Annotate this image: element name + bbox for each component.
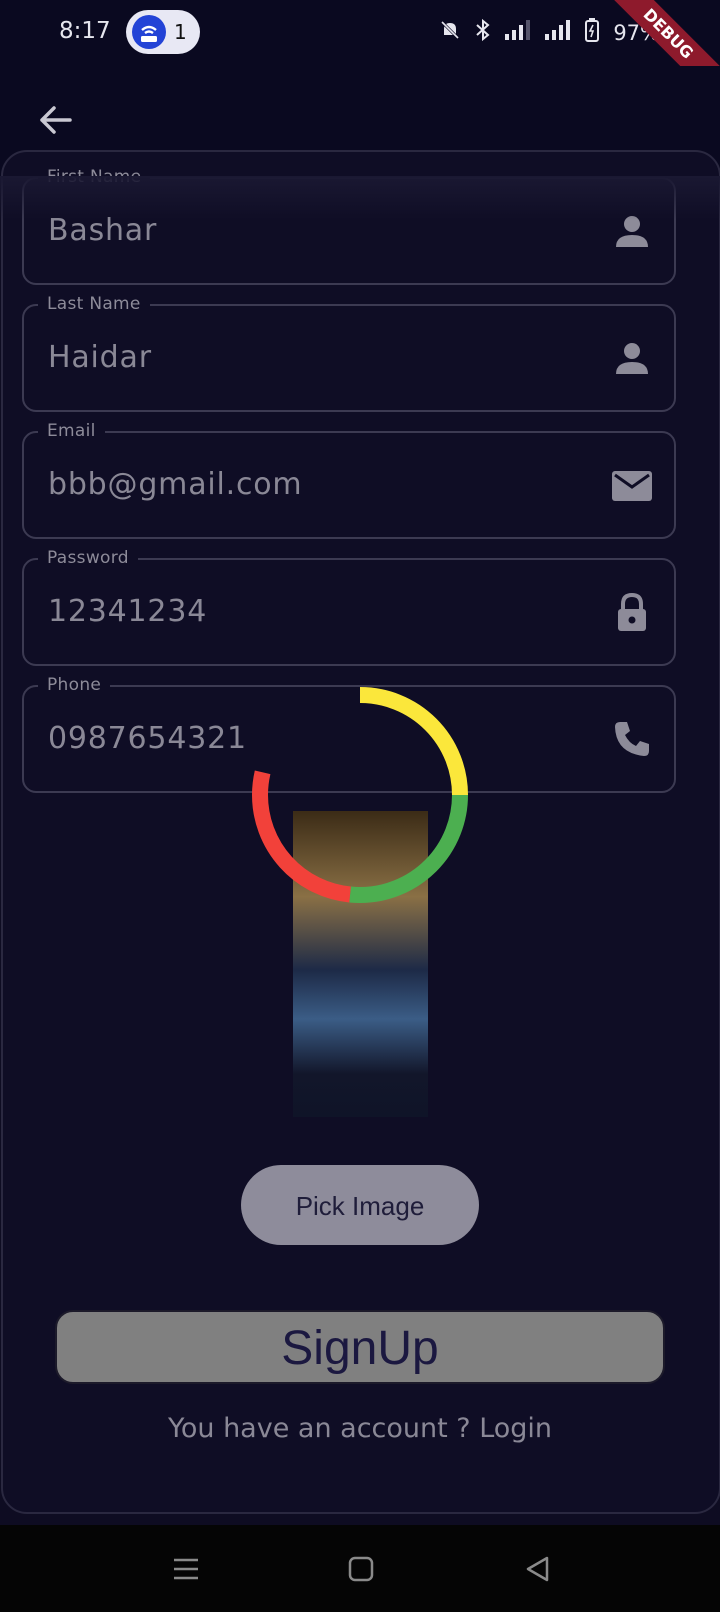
- phone-label: Phone: [38, 675, 111, 695]
- last-name-value: Haidar: [48, 340, 152, 375]
- last-name-label: Last Name: [38, 294, 150, 314]
- system-nav-bar: [0, 1525, 720, 1612]
- person-icon: [612, 338, 652, 378]
- phone-value: 0987654321: [48, 721, 247, 756]
- person-icon: [612, 211, 652, 251]
- signal-icon-1: [505, 20, 531, 45]
- mute-icon: [439, 19, 461, 46]
- signal-icon-2: [545, 20, 571, 45]
- password-field[interactable]: Password 12341234: [22, 548, 676, 666]
- signup-button[interactable]: SignUp: [55, 1310, 665, 1384]
- status-icons: 97%: [439, 18, 660, 47]
- battery-icon: [585, 18, 600, 47]
- last-name-field[interactable]: Last Name Haidar: [22, 294, 676, 412]
- recents-icon[interactable]: [170, 1553, 202, 1585]
- mail-icon: [612, 465, 652, 505]
- home-icon[interactable]: [345, 1553, 377, 1585]
- status-time: 8:17: [59, 18, 111, 44]
- lock-icon: [612, 592, 652, 632]
- email-value: bbb@gmail.com: [48, 467, 303, 502]
- phone-icon: [612, 719, 652, 759]
- notification-count: 1: [174, 20, 187, 44]
- first-name-value: Bashar: [48, 213, 158, 248]
- wifi-notification-pill[interactable]: 1: [126, 10, 200, 54]
- wifi-router-icon: [132, 15, 166, 49]
- login-link[interactable]: You have an account ? Login: [0, 1413, 720, 1444]
- email-label: Email: [38, 421, 105, 441]
- bluetooth-icon: [475, 18, 491, 47]
- back-nav-icon[interactable]: [522, 1553, 554, 1585]
- first-name-field[interactable]: First Name Bashar: [22, 167, 676, 285]
- email-field[interactable]: Email bbb@gmail.com: [22, 421, 676, 539]
- loading-spinner: [252, 687, 468, 903]
- status-bar: 8:17 1 97% DEBUG: [0, 0, 720, 108]
- back-arrow-icon[interactable]: [36, 100, 76, 140]
- pick-image-button[interactable]: Pick Image: [241, 1165, 479, 1245]
- first-name-label: First Name: [38, 167, 151, 187]
- password-value: 12341234: [48, 594, 208, 629]
- password-label: Password: [38, 548, 138, 568]
